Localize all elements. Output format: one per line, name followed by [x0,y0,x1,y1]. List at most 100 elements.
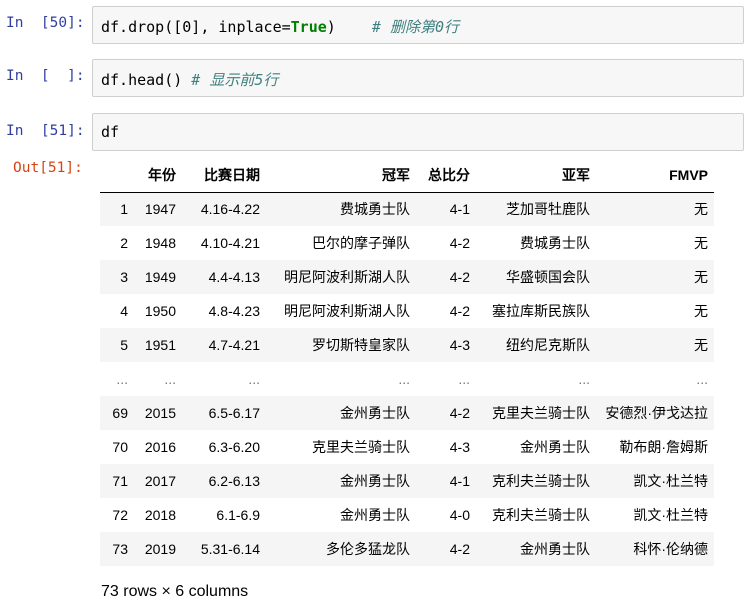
table-row-ellipsis: ... ... ... ... ... ... ... [100,362,714,396]
code-editor[interactable]: df [92,113,744,151]
cell-year: 2017 [144,473,176,489]
code-editor[interactable]: df.drop([0], inplace=True) # 删除第0行 [92,6,744,44]
cell-score: 4-2 [449,235,470,251]
table-row: 4 1950 4.8-4.23 明尼阿波利斯湖人队 4-2 塞拉库斯民族队 无 [100,294,714,328]
cell-runner-up: 克里夫兰骑士队 [492,405,590,421]
code-cell-2[interactable]: In [ ]: df.head() # 显示前5行 [0,53,747,98]
cell-fmvp: 凯文·杜兰特 [633,473,708,489]
cell-champion: 克里夫兰骑士队 [312,439,410,455]
input-prompt: In [51]: [6,123,85,139]
cell-date: 6.1-6.9 [216,507,260,523]
column-header-year: 年份 [134,158,182,193]
cell-date: 6.3-6.20 [208,439,260,455]
cell-fmvp: 安德烈·伊戈达拉 [605,405,708,421]
code-text: df.drop([0], inplace=True) # 删除第0行 [101,18,460,36]
table-header-row: 年份 比赛日期 冠军 总比分 亚军 FMVP [100,158,714,193]
cell-score: 4-2 [449,303,470,319]
code-cell-1[interactable]: In [50]: df.drop([0], inplace=True) # 删除… [0,0,747,45]
code-text: df [101,123,120,141]
cell-year: 1950 [144,303,176,319]
dataframe-shape-summary: 73 rows × 6 columns [101,583,249,600]
row-index: 69 [112,405,128,421]
cell-score: 4-3 [449,337,470,353]
cell-champion: 明尼阿波利斯湖人队 [284,303,410,319]
row-index: 1 [120,201,128,218]
cell-date: 4.16-4.22 [200,201,260,218]
cell-year: 1948 [144,235,176,251]
cell-year: 2019 [144,541,176,557]
column-header-runner-up: 亚军 [476,158,596,193]
cell-fmvp: ... [696,371,708,387]
table-row: 5 1951 4.7-4.21 罗切斯特皇家队 4-3 纽约尼克斯队 无 [100,328,714,362]
cell-date: 6.2-6.13 [208,473,260,489]
column-header-champion: 冠军 [266,158,416,193]
row-index: 3 [120,269,128,285]
cell-date: 5.31-6.14 [200,541,260,557]
table-row: 73 2019 5.31-6.14 多伦多猛龙队 4-2 金州勇士队 科怀·伦纳… [100,532,714,566]
cell-year: 2018 [144,507,176,523]
cell-year: 1947 [144,201,176,218]
cell-fmvp: 科怀·伦纳德 [633,541,708,557]
table-row: 1 1947 4.16-4.22 费城勇士队 4-1 芝加哥牡鹿队 无 [100,192,714,226]
table-row: 2 1948 4.10-4.21 巴尔的摩子弹队 4-2 费城勇士队 无 [100,226,714,260]
cell-champion: 明尼阿波利斯湖人队 [284,269,410,285]
cell-fmvp: 无 [694,303,708,319]
cell-year: 1949 [144,269,176,285]
cell-year: ... [164,371,176,387]
dataframe-table: 年份 比赛日期 冠军 总比分 亚军 FMVP 1 1947 4.16-4.22 … [100,158,714,566]
cell-date: 6.5-6.17 [208,405,260,421]
cell-score: ... [458,371,470,387]
row-index: 70 [112,439,128,455]
column-header-date: 比赛日期 [182,158,266,193]
row-index: 2 [120,235,128,251]
cell-score: 4-2 [449,541,470,557]
cell-champion: 金州勇士队 [340,405,410,421]
cell-champion: 多伦多猛龙队 [326,541,410,557]
cell-runner-up: ... [578,371,590,387]
cell-date: ... [248,371,260,387]
row-index: 5 [120,337,128,353]
cell-year: 1951 [144,337,176,353]
cell-champion: ... [398,371,410,387]
code-editor[interactable]: df.head() # 显示前5行 [92,59,744,97]
cell-score: 4-3 [449,439,470,455]
cell-score: 4-1 [449,473,470,489]
cell-fmvp: 勒布朗·詹姆斯 [619,439,708,455]
output-prompt: Out[51]: [13,160,83,176]
cell-runner-up: 克利夫兰骑士队 [492,507,590,523]
cell-runner-up: 纽约尼克斯队 [506,337,590,353]
cell-runner-up: 金州勇士队 [520,439,590,455]
cell-runner-up: 芝加哥牡鹿队 [506,201,590,218]
cell-fmvp: 凯文·杜兰特 [633,507,708,523]
cell-score: 4-0 [449,507,470,523]
column-header-score: 总比分 [416,158,476,193]
cell-champion: 金州勇士队 [340,473,410,489]
cell-score: 4-1 [449,201,470,218]
cell-date: 4.7-4.21 [208,337,260,353]
cell-date: 4.10-4.21 [200,235,260,251]
index-header [100,158,134,193]
cell-runner-up: 克利夫兰骑士队 [492,473,590,489]
table-row: 72 2018 6.1-6.9 金州勇士队 4-0 克利夫兰骑士队 凯文·杜兰特 [100,498,714,532]
cell-runner-up: 金州勇士队 [520,541,590,557]
cell-date: 4.8-4.23 [208,303,260,319]
cell-score: 4-2 [449,269,470,285]
code-text: df.head() # 显示前5行 [101,71,279,89]
cell-champion: 罗切斯特皇家队 [312,337,410,353]
cell-runner-up: 塞拉库斯民族队 [492,303,590,319]
input-prompt: In [50]: [6,15,85,31]
row-index: 73 [112,541,128,557]
row-index: 72 [112,507,128,523]
cell-fmvp: 无 [694,235,708,251]
cell-champion: 巴尔的摩子弹队 [312,235,410,251]
cell-fmvp: 无 [694,269,708,285]
cell-champion: 金州勇士队 [340,507,410,523]
row-index: ... [116,371,128,387]
cell-year: 2016 [144,439,176,455]
cell-score: 4-2 [449,405,470,421]
cell-year: 2015 [144,405,176,421]
table-row: 70 2016 6.3-6.20 克里夫兰骑士队 4-3 金州勇士队 勒布朗·詹… [100,430,714,464]
row-index: 71 [112,473,128,489]
cell-date: 4.4-4.13 [208,269,260,285]
code-cell-3[interactable]: In [51]: df [0,107,747,152]
